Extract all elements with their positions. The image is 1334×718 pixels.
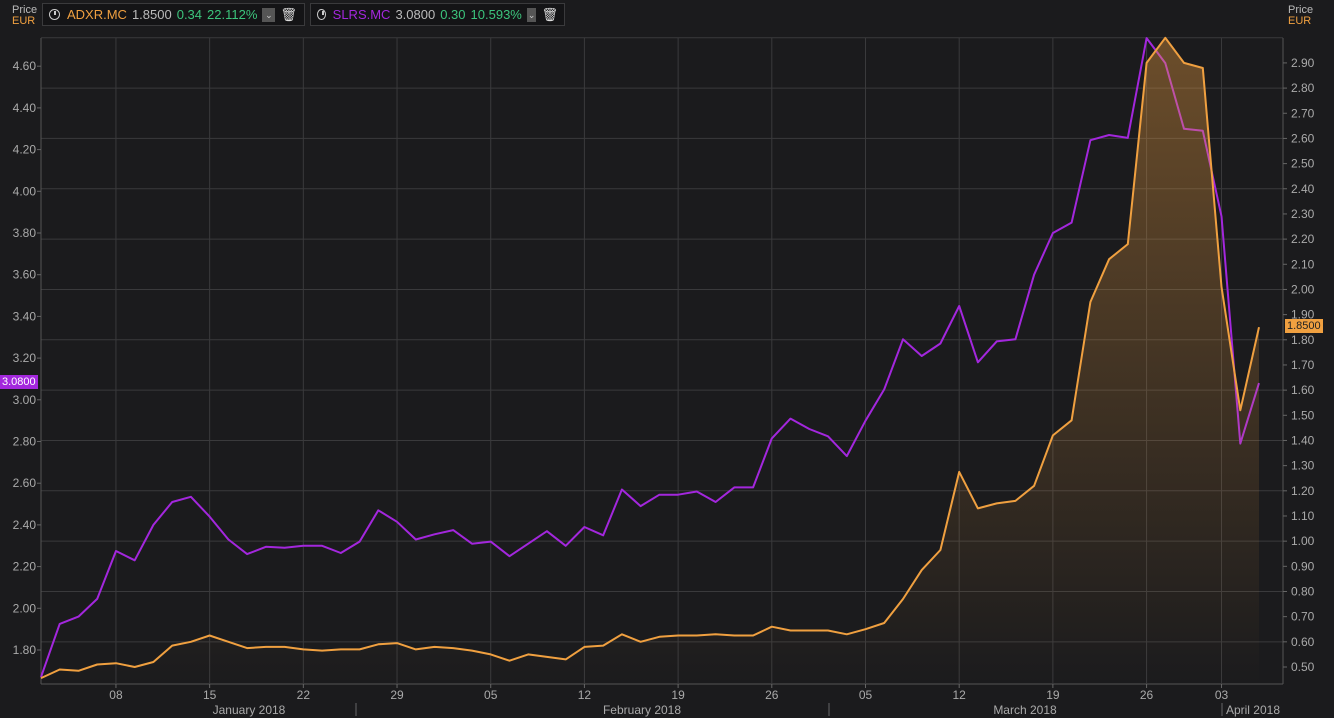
clock-icon[interactable]: [317, 9, 326, 20]
right-tick-label: 1.00: [1291, 534, 1315, 548]
x-tick-label: 26: [765, 688, 779, 702]
legend-pct: 10.593%: [470, 7, 522, 22]
right-tick-label: 2.60: [1291, 131, 1315, 145]
legend-change: 0.30: [440, 7, 466, 22]
legend-price: 3.0800: [395, 7, 436, 22]
legend-price: 1.8500: [131, 7, 172, 22]
month-label: March 2018: [993, 703, 1057, 717]
x-tick-label: 22: [297, 688, 311, 702]
left-tick-label: 3.80: [13, 226, 37, 240]
x-tick-label: 12: [953, 688, 967, 702]
right-tick-label: 0.70: [1291, 610, 1315, 624]
right-tick-label: 2.20: [1291, 232, 1315, 246]
left-tick-label: 2.20: [13, 560, 37, 574]
right-tick-label: 1.10: [1291, 509, 1315, 523]
clock-icon[interactable]: [49, 9, 60, 20]
x-tick-label: 03: [1215, 688, 1229, 702]
right-tick-label: 0.60: [1291, 635, 1315, 649]
legend-pct: 22.112%: [207, 7, 258, 22]
left-axis-unit: EUR: [12, 15, 36, 27]
right-tick-label: 1.20: [1291, 484, 1315, 498]
month-label: February 2018: [603, 703, 681, 717]
right-tick-label: 2.70: [1291, 106, 1315, 120]
right-tick-label: 2.10: [1291, 257, 1315, 271]
price-chart[interactable]: 08 15 22 29 05 12 19 26 05 12 19 26 03 January 2018 Fe…: [0, 0, 1334, 718]
left-tick-label: 3.60: [13, 268, 37, 282]
right-tick-label: 1.30: [1291, 459, 1315, 473]
right-tick-label: 1.70: [1291, 358, 1315, 372]
chevron-down-icon[interactable]: ⌄: [526, 7, 537, 22]
left-tick-label: 4.20: [13, 143, 37, 157]
left-tick-label: 2.40: [13, 518, 37, 532]
month-label: January 2018: [213, 703, 286, 717]
left-tick-label: 4.40: [13, 101, 37, 115]
legend-change: 0.34: [176, 7, 203, 22]
x-tick-label: 15: [203, 688, 217, 702]
trash-icon[interactable]: 🗑: [541, 7, 558, 23]
left-tick-label: 2.60: [13, 476, 37, 490]
left-tick-label: 2.00: [13, 601, 37, 615]
right-tick-label: 2.30: [1291, 207, 1315, 221]
right-tick-label: 1.50: [1291, 408, 1315, 422]
right-tick-label: 2.40: [1291, 182, 1315, 196]
left-axis-title: Price EUR: [12, 5, 37, 27]
x-tick-label: 29: [390, 688, 404, 702]
x-tick-label: 19: [1046, 688, 1060, 702]
left-tick-label: 3.00: [13, 393, 37, 407]
legend-adxr[interactable]: ADXR.MC 1.8500 0.34 22.112% ⌄ 🗑: [42, 3, 305, 26]
x-tick-label: 05: [859, 688, 873, 702]
x-tick-label: 12: [578, 688, 592, 702]
right-tick-label: 2.80: [1291, 81, 1315, 95]
right-tick-label: 1.40: [1291, 433, 1315, 447]
right-tick-label: 2.50: [1291, 157, 1315, 171]
right-tick-label: 0.90: [1291, 559, 1315, 573]
left-tick-label: 1.80: [13, 643, 37, 657]
right-tick-label: 1.60: [1291, 383, 1315, 397]
adxr-last-price-tag: 1.8500: [1285, 319, 1323, 333]
x-tick-label: 19: [671, 688, 685, 702]
right-tick-label: 2.90: [1291, 56, 1315, 70]
x-tick-label: 26: [1140, 688, 1154, 702]
legend-slrs[interactable]: SLRS.MC 3.0800 0.30 10.593% ⌄ 🗑: [310, 3, 565, 26]
x-tick-label: 08: [109, 688, 123, 702]
trash-icon[interactable]: 🗑: [280, 7, 297, 23]
right-tick-label: 0.50: [1291, 660, 1315, 674]
left-tick-label: 4.00: [13, 184, 37, 198]
legend-ticker: SLRS.MC: [332, 7, 391, 22]
slrs-last-price-tag: 3.0800: [0, 375, 38, 389]
month-label: April 2018: [1226, 703, 1280, 717]
right-axis-title: Price EUR: [1288, 5, 1313, 27]
left-tick-label: 3.20: [13, 351, 37, 365]
right-tick-label: 1.80: [1291, 333, 1315, 347]
chevron-down-icon[interactable]: ⌄: [262, 7, 276, 22]
right-axis-unit: EUR: [1288, 15, 1312, 27]
adxr-area-fill: [41, 37, 1259, 685]
right-tick-label: 2.00: [1291, 282, 1315, 296]
left-tick-label: 4.60: [13, 59, 37, 73]
x-tick-label: 05: [484, 688, 498, 702]
right-tick-label: 0.80: [1291, 584, 1315, 598]
left-tick-label: 2.80: [13, 435, 37, 449]
legend-ticker: ADXR.MC: [67, 7, 127, 22]
left-tick-label: 3.40: [13, 309, 37, 323]
